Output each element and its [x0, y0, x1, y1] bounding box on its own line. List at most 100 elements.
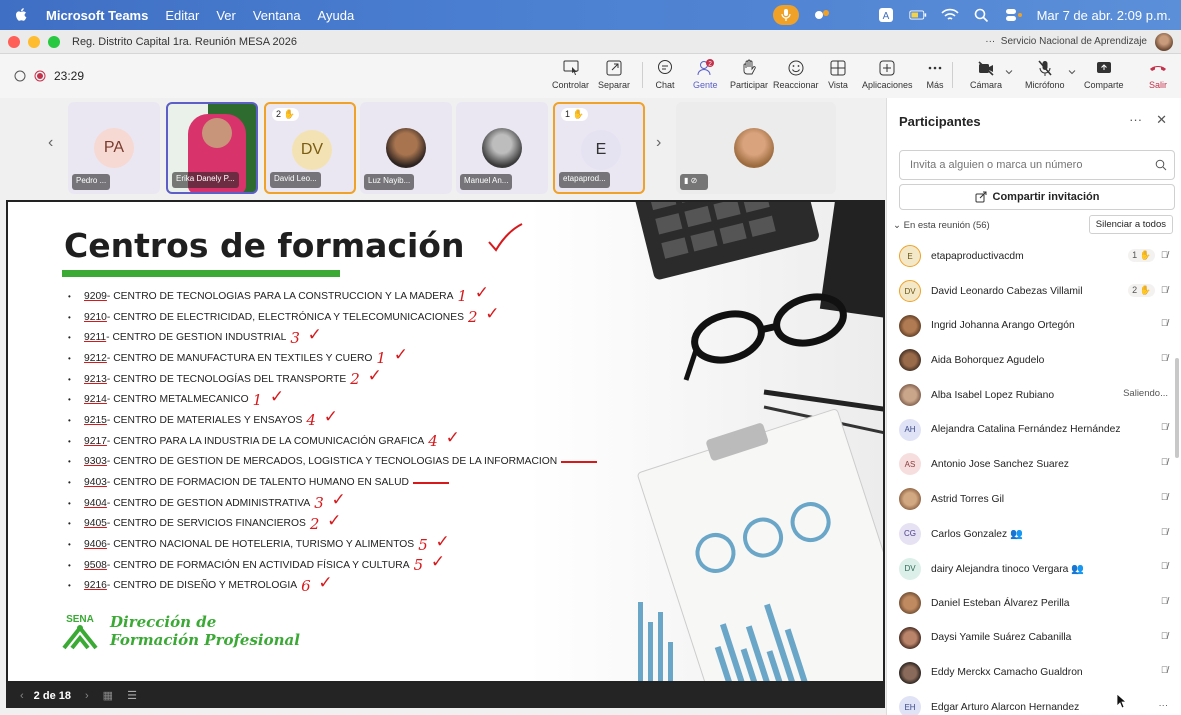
participant-row[interactable]: DV dairy Alejandra tinoco Vergara 👥 🎙̸: [887, 551, 1181, 586]
share-icon: [975, 191, 987, 203]
menu-ver[interactable]: Ver: [216, 8, 236, 23]
participant-row[interactable]: Ingrid Johanna Arango Ortegón 🎙̸: [887, 308, 1181, 343]
participant-row[interactable]: Eddy Merckx Camacho Gualdron 🎙̸: [887, 655, 1181, 690]
sena-brand: SENA Dirección de Formación Profesional: [58, 612, 300, 650]
hand-raised-badge: 1 ✋: [1128, 249, 1155, 262]
participant-row[interactable]: Daniel Esteban Álvarez Perilla 🎙̸: [887, 586, 1181, 621]
close-window-button[interactable]: [8, 35, 20, 48]
chevron-down-icon: ⌄: [893, 220, 901, 231]
participant-row[interactable]: Alba Isabel Lopez Rubiano Saliendo...: [887, 378, 1181, 413]
tile-initials: DV: [292, 130, 332, 170]
participant-row[interactable]: EH Edgar Arturo Alarcon Hernandez ···: [887, 690, 1181, 715]
participant-row[interactable]: CG Carlos Gonzalez 👥 🎙̸: [887, 517, 1181, 552]
hand-raised-badge: 1 ✋: [561, 108, 588, 121]
control-label: Controlar: [552, 80, 590, 90]
chat-button[interactable]: Chat: [655, 58, 675, 90]
mic-muted-icon: 🎙̸: [1160, 318, 1168, 330]
microphone-button[interactable]: Micrófono: [1025, 58, 1065, 90]
row-more-icon[interactable]: ···: [1159, 700, 1169, 711]
raise-hand-button[interactable]: Participar: [730, 58, 768, 90]
search-icon[interactable]: [1155, 159, 1167, 171]
participant-row[interactable]: Daysi Yamile Suárez Cabanilla 🎙̸: [887, 621, 1181, 656]
slide-grid-icon[interactable]: ▦: [103, 689, 113, 702]
tile-name: etapaprod...: [559, 172, 610, 188]
panel-title: Participantes: [899, 114, 981, 129]
video-tile[interactable]: Luz Nayib...: [360, 102, 452, 194]
camera-chevron-down-icon[interactable]: [1005, 68, 1013, 76]
participant-row[interactable]: DV David Leonardo Cabezas Villamil 2 ✋ 🎙̸: [887, 274, 1181, 309]
minimize-window-button[interactable]: [28, 35, 40, 48]
keyboard-input-icon[interactable]: A: [877, 8, 895, 22]
video-tile[interactable]: Manuel An...: [456, 102, 548, 194]
external-user-icon: 👥: [1010, 529, 1023, 541]
people-button[interactable]: 2 Gente: [693, 58, 718, 90]
panel-more-icon[interactable]: ···: [1129, 112, 1142, 128]
strip-prev-chevron-icon[interactable]: ‹: [48, 134, 53, 152]
camera-button[interactable]: Cámara: [970, 58, 1002, 90]
video-tile[interactable]: 2 ✋ DV David Leo...: [264, 102, 356, 194]
menu-ayuda[interactable]: Ayuda: [318, 8, 355, 23]
next-slide-chevron-icon[interactable]: ›: [85, 690, 89, 702]
moon-icon[interactable]: [845, 8, 863, 22]
organization-name[interactable]: ··· Servicio Nacional de Aprendizaje: [985, 36, 1147, 47]
participant-row[interactable]: Aida Bohorquez Agudelo 🎙̸: [887, 343, 1181, 378]
user-avatar[interactable]: [1155, 33, 1173, 51]
mic-muted-icon: 🎙̸: [1160, 491, 1168, 503]
participant-row[interactable]: AH Alejandra Catalina Fernández Hernánde…: [887, 412, 1181, 447]
menu-ventana[interactable]: Ventana: [253, 8, 301, 23]
participant-row[interactable]: Astrid Torres Gil 🎙̸: [887, 482, 1181, 517]
pop-out-button[interactable]: Separar: [598, 58, 630, 90]
mic-chevron-down-icon[interactable]: [1068, 68, 1076, 76]
mic-active-icon[interactable]: [772, 5, 799, 25]
prev-slide-chevron-icon[interactable]: ‹: [20, 690, 24, 702]
shared-presentation: Centros de formación • 9209 - CENTRO DE T…: [6, 200, 885, 683]
in-meeting-header[interactable]: ⌄ En esta reunión (56): [893, 220, 990, 231]
panel-scrollbar[interactable]: [1175, 358, 1179, 458]
control-center-icon[interactable]: [1005, 8, 1023, 22]
spotlight-search-icon[interactable]: [973, 8, 991, 22]
record-icon: [34, 70, 46, 82]
wifi-icon[interactable]: [941, 8, 959, 22]
teams-status-icon[interactable]: [813, 8, 831, 22]
mute-all-button[interactable]: Silenciar a todos: [1088, 215, 1173, 234]
video-tile[interactable]: 1 ✋ E etapaprod...: [553, 102, 645, 194]
video-tile-self[interactable]: ▮ ⊘: [676, 102, 836, 194]
slide-settings-icon[interactable]: ☰: [127, 689, 137, 702]
external-user-icon: 👥: [1071, 564, 1085, 576]
close-icon[interactable]: ✕: [1156, 112, 1167, 128]
leave-button[interactable]: Salir: [1148, 58, 1168, 90]
svg-text:SENA: SENA: [66, 614, 94, 625]
video-tile-active-speaker[interactable]: Erika Danely P...: [166, 102, 258, 194]
apple-icon[interactable]: [14, 7, 28, 23]
share-button[interactable]: Comparte: [1084, 58, 1124, 90]
participant-row[interactable]: AS Antonio Jose Sanchez Suarez 🎙̸: [887, 447, 1181, 482]
menu-app-name[interactable]: Microsoft Teams: [46, 8, 148, 23]
control-button[interactable]: Controlar: [552, 58, 589, 90]
window-titlebar: Reg. Distrito Capital 1ra. Reunión MESA …: [0, 30, 1181, 54]
apps-button[interactable]: Aplicaciones: [862, 58, 913, 90]
invite-input[interactable]: [899, 150, 1175, 180]
strip-next-chevron-icon[interactable]: ›: [656, 134, 661, 152]
participant-photo: [482, 128, 522, 168]
participant-row[interactable]: E etapaproductivacdm 1 ✋ 🎙̸: [887, 239, 1181, 274]
avatar: [899, 592, 921, 615]
video-tile[interactable]: PA Pedro ...: [68, 102, 160, 194]
participant-name: Daniel Esteban Álvarez Perilla: [931, 597, 1070, 609]
in-meeting-count: En esta reunión (56): [903, 220, 990, 231]
mic-muted-icon: 🎙̸: [1160, 595, 1168, 607]
zoom-window-button[interactable]: [48, 35, 60, 48]
view-button[interactable]: Vista: [828, 58, 848, 90]
mouse-cursor-icon: [1116, 693, 1128, 709]
react-button[interactable]: Reaccionar: [773, 58, 819, 90]
list-item: • 9508 - CENTRO DE FORMACIÓN EN ACTIVIDAD…: [68, 552, 597, 576]
camera-label: Cámara: [970, 80, 1003, 90]
brand-line-2: Formación Profesional: [110, 631, 300, 649]
participant-name: etapaproductivacdm: [931, 250, 1024, 262]
share-invite-button[interactable]: Compartir invitación: [899, 184, 1175, 210]
battery-icon[interactable]: [909, 8, 927, 22]
menubar-datetime[interactable]: Mar 7 de abr. 2:09 p.m.: [1037, 8, 1171, 23]
ink-checkmark: [488, 223, 523, 252]
mic-muted-icon: 🎙̸: [1160, 284, 1168, 296]
more-button[interactable]: Más: [925, 58, 945, 90]
menu-editar[interactable]: Editar: [165, 8, 199, 23]
